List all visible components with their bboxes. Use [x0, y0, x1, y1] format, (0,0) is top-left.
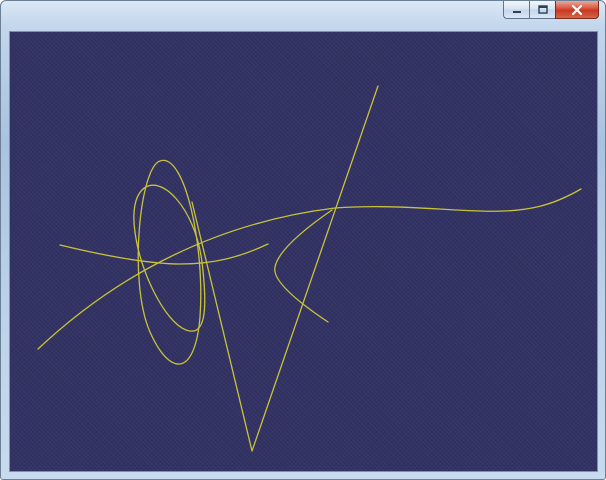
curve-canvas	[37, 85, 582, 452]
hyperbola-branch-right	[274, 209, 333, 323]
v-polyline	[191, 85, 379, 452]
minimize-button[interactable]	[503, 1, 529, 19]
close-button[interactable]	[555, 1, 599, 19]
long-spline-curve	[37, 188, 582, 350]
maximize-icon	[537, 5, 548, 14]
graphics-viewport[interactable]	[9, 31, 598, 472]
caption-buttons	[503, 1, 599, 21]
minimize-icon	[512, 10, 521, 13]
maximize-button[interactable]	[529, 1, 555, 19]
small-tilted-ellipse	[133, 184, 206, 332]
hyperbola-branch-left	[59, 243, 269, 265]
close-icon	[571, 4, 583, 15]
app-window	[0, 0, 606, 480]
title-bar[interactable]	[1, 1, 605, 25]
